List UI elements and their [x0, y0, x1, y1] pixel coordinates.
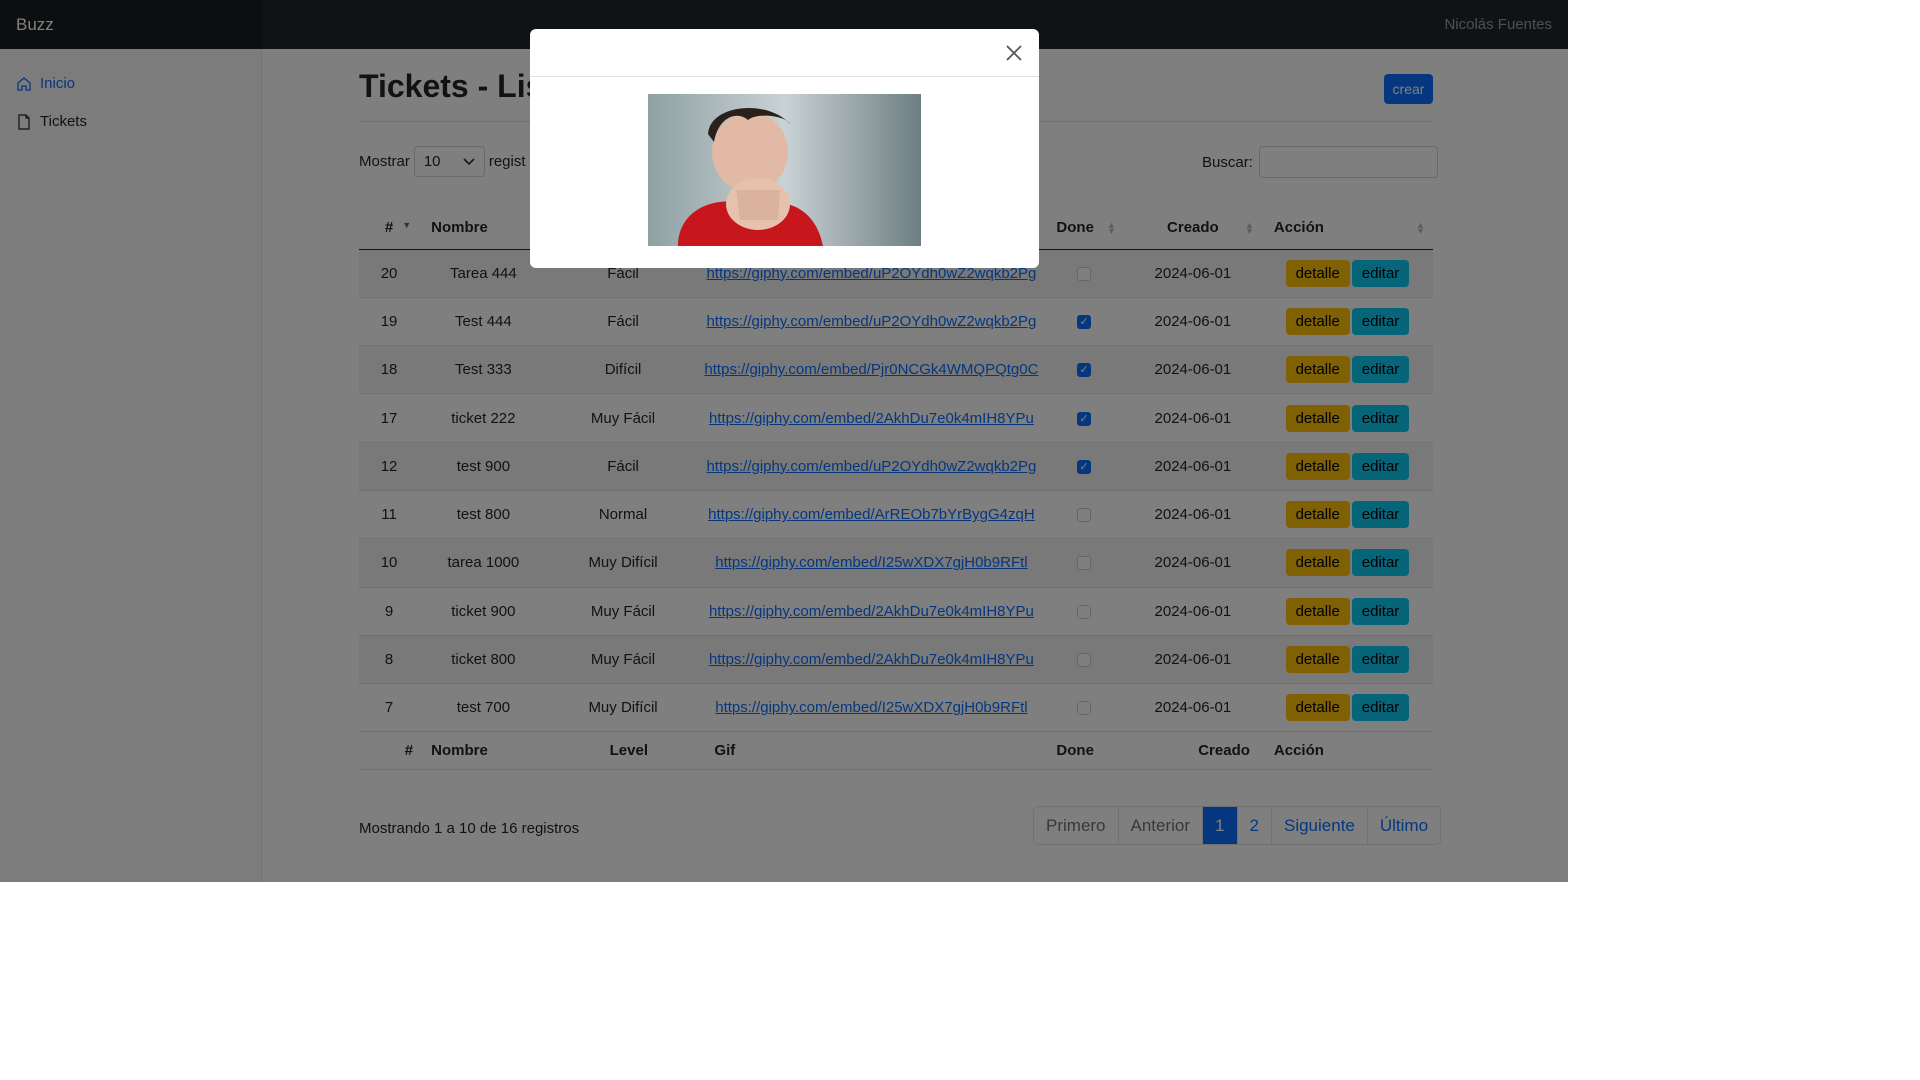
gif-modal	[530, 29, 1039, 268]
gif-preview-image	[648, 94, 921, 246]
modal-header	[530, 29, 1039, 77]
close-icon[interactable]	[1005, 44, 1023, 62]
